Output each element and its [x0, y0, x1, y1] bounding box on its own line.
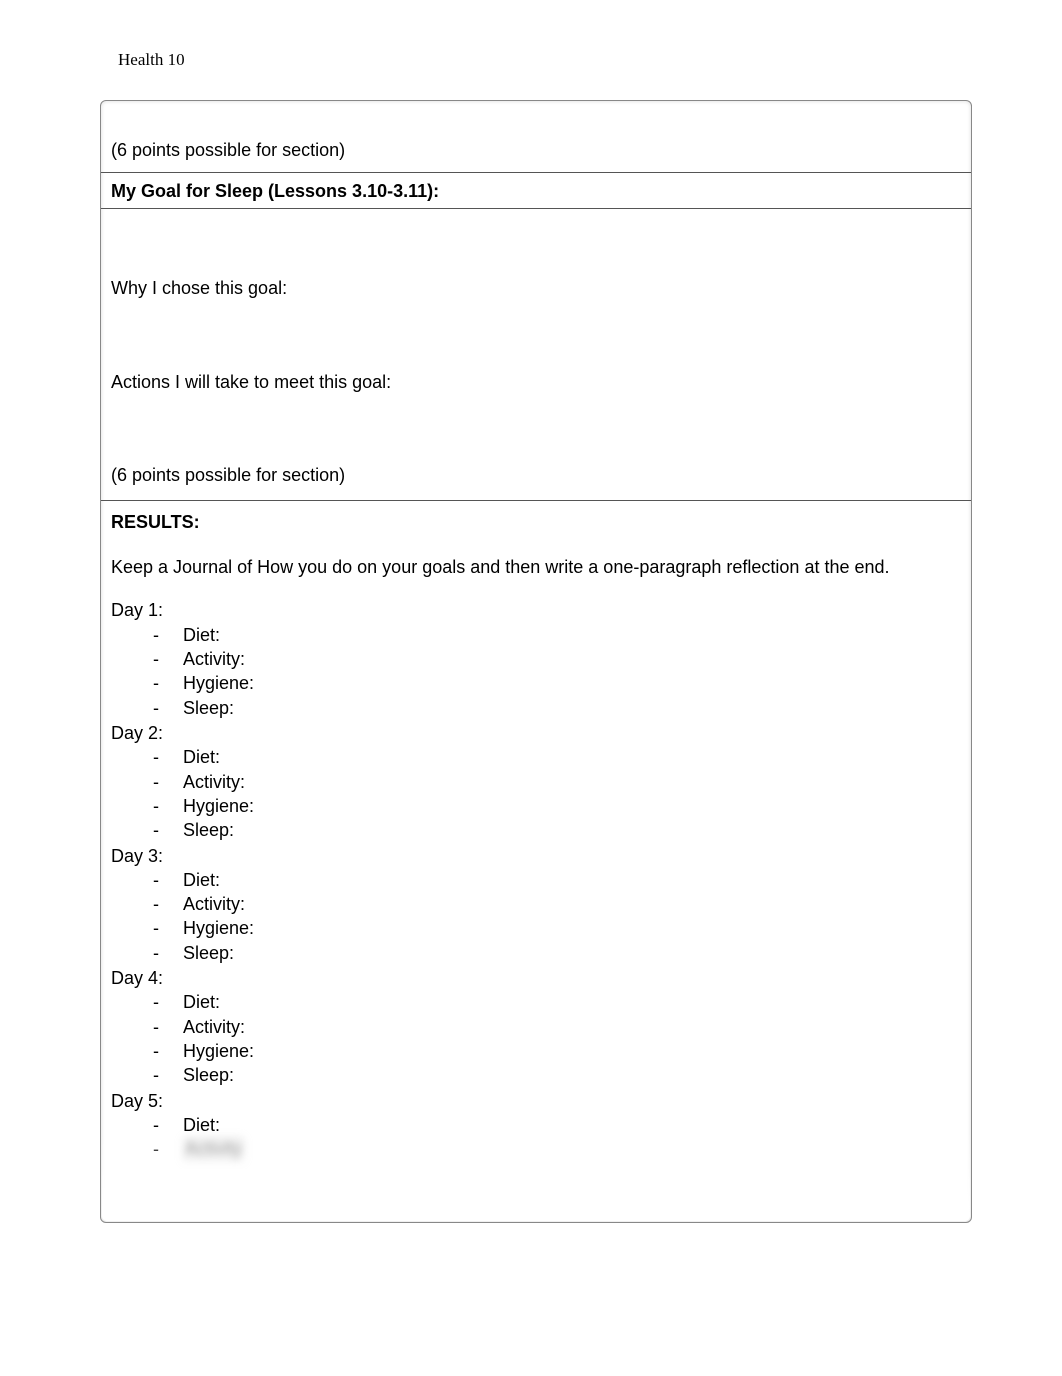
- page-header: Health 10: [118, 50, 972, 70]
- day-label: Day 1:: [111, 599, 961, 622]
- list-item: Sleep:: [153, 696, 961, 720]
- day-label: Day 3:: [111, 845, 961, 868]
- actions-label: Actions I will take to meet this goal:: [111, 371, 961, 394]
- list-item: Activity:: [153, 647, 961, 671]
- list-item: Activity:: [153, 892, 961, 916]
- content-table: (6 points possible for section) My Goal …: [100, 100, 972, 1223]
- day-label: Day 2:: [111, 722, 961, 745]
- day-items: Diet:Activity:Hygiene:Sleep:: [111, 868, 961, 965]
- results-heading: RESULTS:: [111, 511, 961, 534]
- list-item: Hygiene:: [153, 1039, 961, 1063]
- day-items: Diet:Activity: [111, 1113, 961, 1162]
- goal-body-cell: Why I chose this goal: Actions I will ta…: [101, 209, 971, 499]
- list-item: Diet:: [153, 623, 961, 647]
- list-item: Hygiene:: [153, 794, 961, 818]
- section-points-a: (6 points possible for section): [111, 139, 961, 162]
- list-item: Diet:: [153, 990, 961, 1014]
- list-item: Sleep:: [153, 941, 961, 965]
- day-items: Diet:Activity:Hygiene:Sleep:: [111, 623, 961, 720]
- list-item: Activity:: [153, 770, 961, 794]
- document-page: Health 10 (6 points possible for section…: [0, 0, 1062, 1283]
- list-item-blurred: Activity: [153, 1137, 961, 1161]
- goal-heading: My Goal for Sleep (Lessons 3.10-3.11):: [101, 173, 971, 209]
- results-cell: RESULTS: Keep a Journal of How you do on…: [101, 500, 971, 1222]
- results-intro: Keep a Journal of How you do on your goa…: [111, 556, 961, 579]
- days-container: Day 1:Diet:Activity:Hygiene:Sleep:Day 2:…: [111, 599, 961, 1161]
- list-item: Diet:: [153, 745, 961, 769]
- list-item: Sleep:: [153, 818, 961, 842]
- list-item: Sleep:: [153, 1063, 961, 1087]
- blurred-text: Activity: [183, 1137, 244, 1161]
- day-items: Diet:Activity:Hygiene:Sleep:: [111, 745, 961, 842]
- day-items: Diet:Activity:Hygiene:Sleep:: [111, 990, 961, 1087]
- list-item: Hygiene:: [153, 671, 961, 695]
- list-item: Diet:: [153, 868, 961, 892]
- day-label: Day 5:: [111, 1090, 961, 1113]
- why-label: Why I chose this goal:: [111, 277, 961, 300]
- section-points-b: (6 points possible for section): [111, 464, 961, 487]
- list-item: Activity:: [153, 1015, 961, 1039]
- list-item: Hygiene:: [153, 916, 961, 940]
- day-label: Day 4:: [111, 967, 961, 990]
- points-cell-a: (6 points possible for section): [101, 101, 971, 173]
- list-item: Diet:: [153, 1113, 961, 1137]
